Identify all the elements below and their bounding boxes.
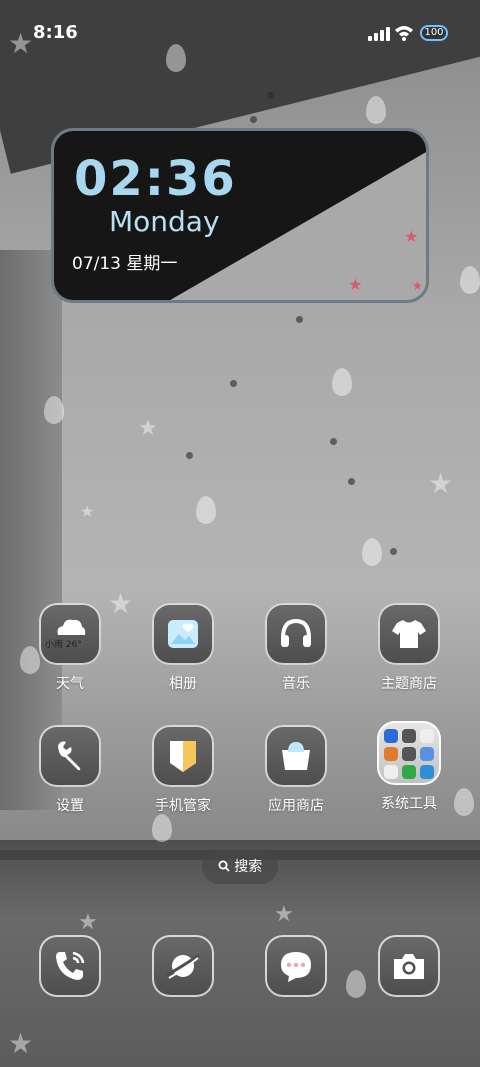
message-icon: [265, 935, 327, 997]
weather-badge: 小雨 26°: [45, 640, 82, 650]
wifi-icon: [394, 25, 414, 46]
dock-phone[interactable]: [15, 935, 125, 997]
app-label: 相册: [169, 676, 197, 692]
app-settings[interactable]: 设置: [15, 725, 125, 815]
weather-icon: 小雨 26°: [39, 603, 101, 665]
app-theme-store[interactable]: 主题商店: [354, 603, 464, 693]
folder-system-tools[interactable]: 系统工具: [354, 721, 464, 813]
app-label: 设置: [56, 798, 84, 814]
search-icon: [218, 859, 234, 875]
battery-icon: 100: [420, 25, 448, 41]
folder-icon: [377, 721, 441, 785]
app-label: 音乐: [282, 676, 310, 692]
search-button[interactable]: 搜索: [202, 850, 278, 884]
phone-icon: [39, 935, 101, 997]
wrench-icon: [39, 725, 101, 787]
star-icon: ★: [404, 227, 419, 246]
shopping-bag-icon: [265, 725, 327, 787]
app-photos[interactable]: 相册: [128, 603, 238, 693]
app-label: 应用商店: [268, 798, 324, 814]
app-music[interactable]: 音乐: [241, 603, 351, 693]
widget-date: 07/13 星期一: [72, 254, 178, 274]
dock-camera[interactable]: [354, 935, 464, 997]
widget-clock: 02:36: [74, 151, 237, 207]
app-store[interactable]: 应用商店: [241, 725, 351, 815]
dock-messages[interactable]: [241, 935, 351, 997]
dock-browser[interactable]: [128, 935, 238, 997]
app-label: 系统工具: [381, 796, 437, 812]
status-bar: 8:16 100: [0, 0, 480, 64]
app-weather[interactable]: 小雨 26° 天气: [15, 603, 125, 693]
status-time: 8:16: [33, 22, 78, 43]
camera-icon: [378, 935, 440, 997]
widget-day: Monday: [109, 205, 220, 238]
tshirt-icon: [378, 603, 440, 665]
app-label: 天气: [56, 676, 84, 692]
app-label: 手机管家: [155, 798, 211, 814]
headphones-icon: [265, 603, 327, 665]
planet-icon: [152, 935, 214, 997]
app-label: 主题商店: [381, 676, 437, 692]
app-phone-manager[interactable]: 手机管家: [128, 725, 238, 815]
search-label: 搜索: [234, 859, 263, 875]
photos-icon: [152, 603, 214, 665]
star-icon: ★: [348, 275, 363, 294]
clock-widget[interactable]: 02:36 Monday 07/13 星期一 ★ ★ ★: [51, 128, 429, 303]
shield-icon: [152, 725, 214, 787]
star-icon: ★: [412, 279, 423, 293]
signal-icon: [368, 27, 390, 41]
